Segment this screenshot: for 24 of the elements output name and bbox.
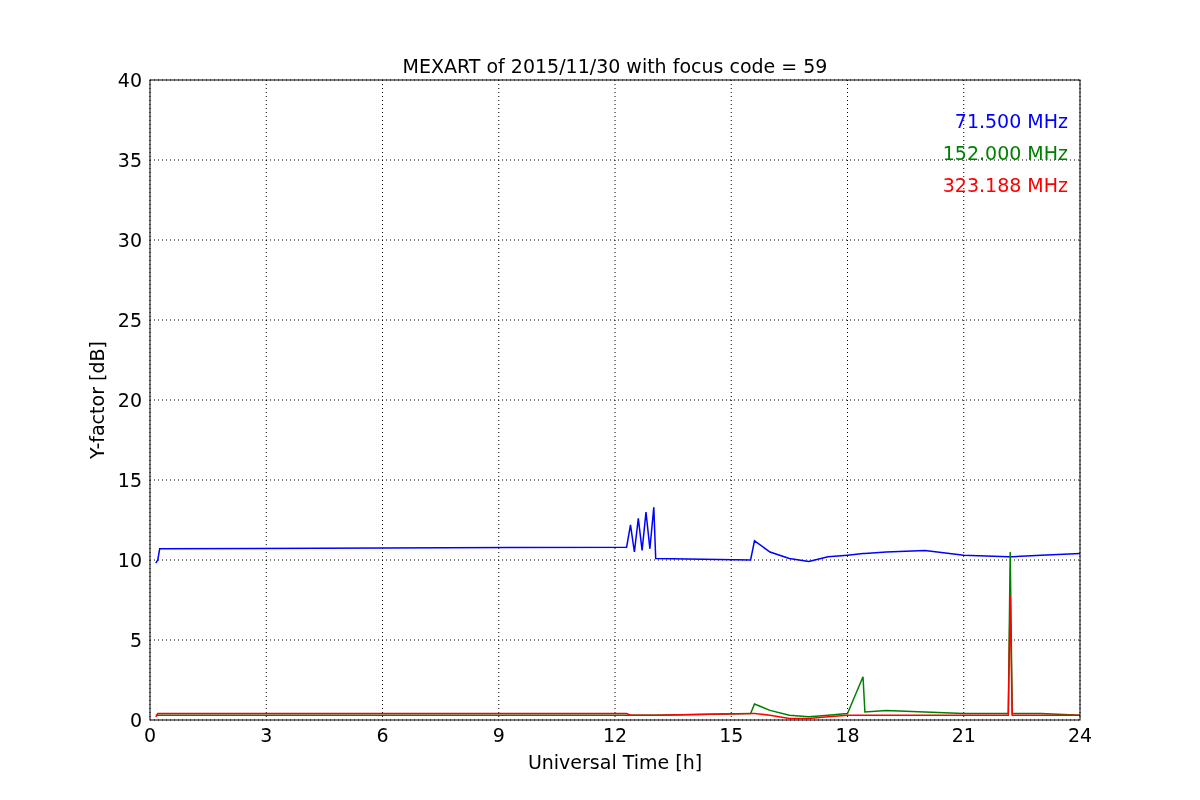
y-tick-label: 5 [129,629,142,651]
x-tick-label: 9 [492,724,505,746]
y-tick-label: 35 [117,149,142,171]
chart-title: MEXART of 2015/11/30 with focus code = 59 [402,55,828,77]
y-tick-label: 15 [117,469,142,491]
y-axis-label: Y-factor [dB] [86,341,108,459]
x-tick-label: 0 [143,724,157,746]
x-tick-label: 6 [376,724,389,746]
y-tick-label: 40 [117,69,142,91]
x-tick-label: 3 [260,724,273,746]
y-tick-label: 30 [117,229,142,251]
y-tick-label: 0 [129,709,142,731]
x-tick-label: 12 [602,724,628,746]
legend-label: 323.188 MHz [942,174,1068,196]
x-tick-label: 18 [835,724,860,746]
x-axis-label: Universal Time [h] [527,751,703,773]
x-tick-label: 15 [719,724,744,746]
x-tick-label: 21 [951,724,976,746]
y-tick-label: 10 [117,549,142,571]
legend-label: 152.000 MHz [942,142,1068,164]
legend-label: 71.500 MHz [954,110,1068,132]
x-tick-label: 24 [1067,724,1093,746]
y-tick-label: 25 [117,309,142,331]
y-tick-label: 20 [117,389,142,411]
